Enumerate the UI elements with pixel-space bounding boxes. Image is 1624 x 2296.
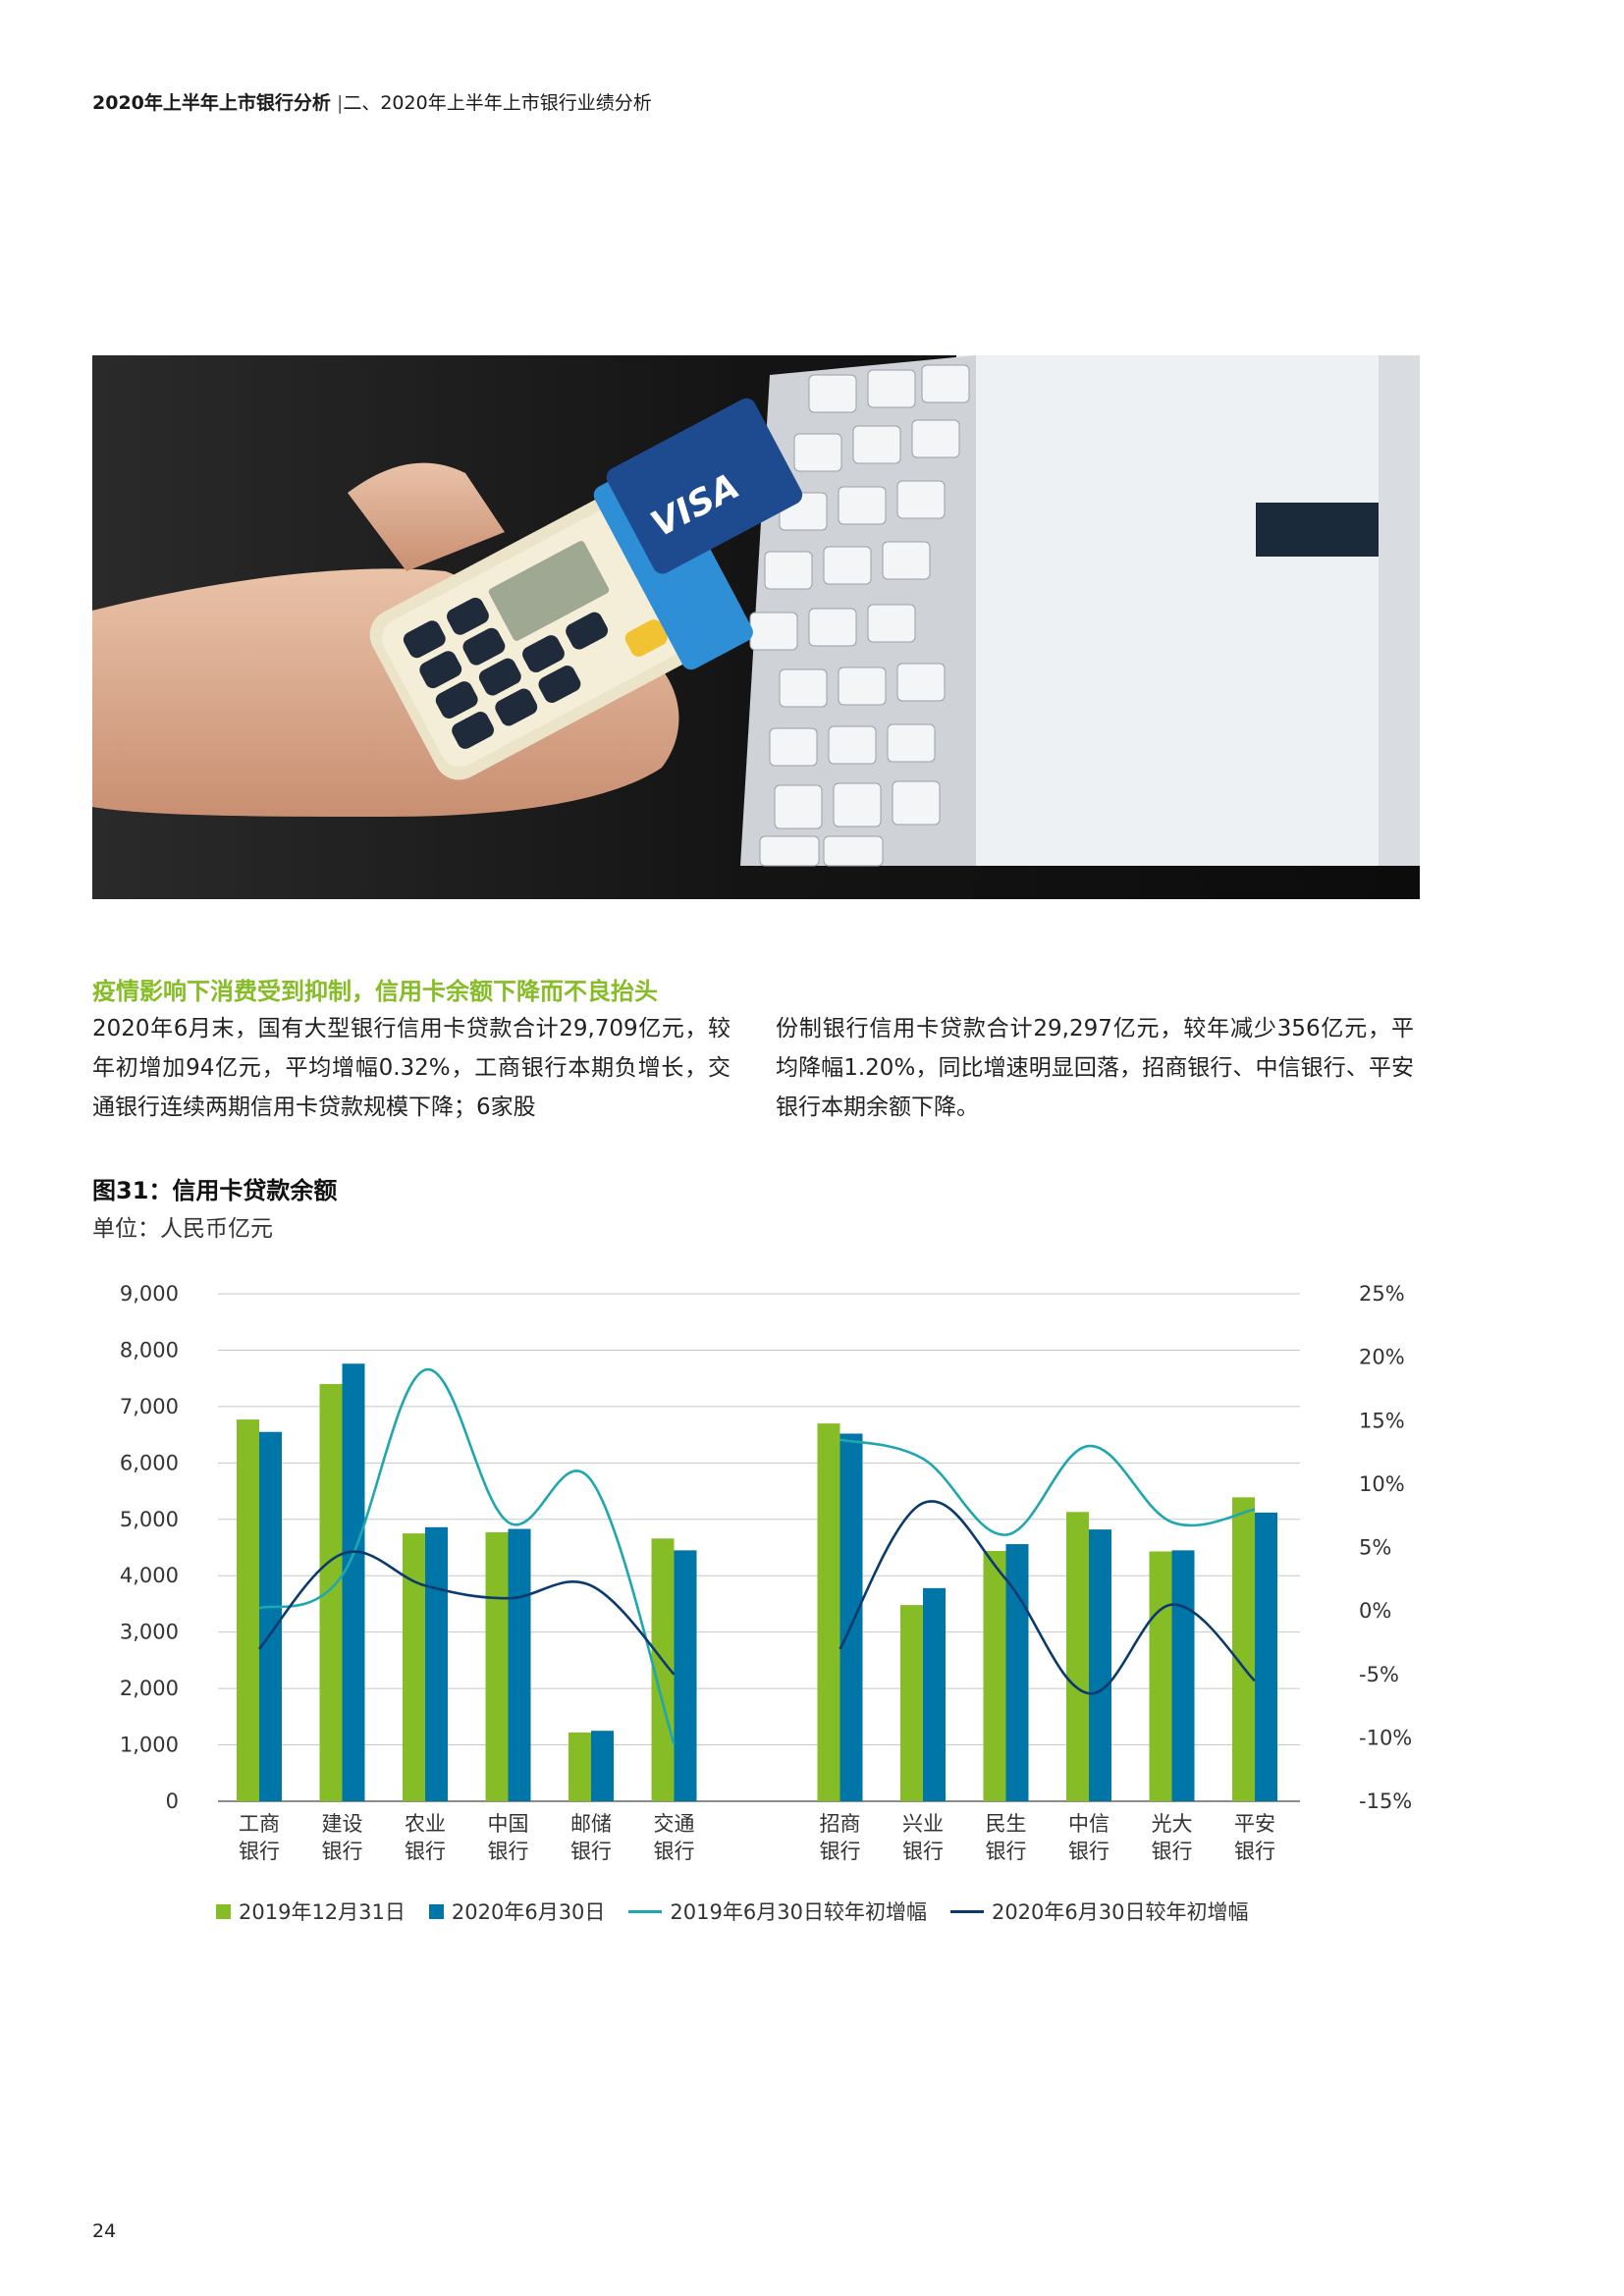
legend-label: 2020年6月30日 bbox=[451, 1900, 606, 1924]
bar-2020 bbox=[1089, 1529, 1111, 1801]
bar-2020 bbox=[342, 1363, 365, 1801]
category-label: 工商 bbox=[239, 1812, 280, 1836]
category-label: 建设 bbox=[322, 1812, 363, 1836]
left-tick-label: 4,000 bbox=[120, 1564, 179, 1587]
running-header: 2020年上半年上市银行分析 |二、2020年上半年上市银行业绩分析 bbox=[92, 88, 652, 115]
left-tick-label: 8,000 bbox=[120, 1338, 179, 1362]
right-tick-label: -5% bbox=[1359, 1663, 1399, 1686]
legend-item-2020: 2020年6月30日 bbox=[428, 1896, 606, 1926]
category-label: 银行 bbox=[820, 1840, 861, 1863]
legend-label: 2019年12月31日 bbox=[239, 1900, 406, 1924]
bar-2020 bbox=[923, 1587, 946, 1801]
bar-2020 bbox=[1171, 1550, 1195, 1801]
category-label: 平安 bbox=[1234, 1812, 1275, 1836]
legend-line-navy bbox=[949, 1909, 984, 1913]
category-label: 银行 bbox=[902, 1840, 944, 1863]
left-tick-label: 5,000 bbox=[120, 1508, 179, 1531]
right-tick-label: 25% bbox=[1359, 1282, 1405, 1306]
category-label: 银行 bbox=[1068, 1840, 1110, 1863]
right-tick-label: 5% bbox=[1359, 1536, 1391, 1560]
category-label: 银行 bbox=[322, 1840, 363, 1863]
paragraph-left: 2020年6月末，国有大型银行信用卡贷款合计29,709亿元，较年初增加94亿元… bbox=[92, 1016, 731, 1120]
bar-2019 bbox=[568, 1732, 591, 1801]
left-tick-label: 2,000 bbox=[120, 1677, 179, 1700]
category-label: 银行 bbox=[654, 1840, 695, 1863]
bar-2019 bbox=[1149, 1551, 1172, 1801]
legend-swatch-blue bbox=[428, 1903, 444, 1919]
legend-label: 2020年6月30日较年初增幅 bbox=[991, 1900, 1249, 1924]
legend-item-2020-growth: 2020年6月30日较年初增幅 bbox=[949, 1896, 1249, 1926]
section-title: 疫情影响下消费受到抑制，信用卡余额下降而不良抬头 bbox=[92, 978, 658, 1005]
left-tick-label: 6,000 bbox=[120, 1451, 179, 1474]
category-label: 银行 bbox=[1234, 1840, 1275, 1863]
credit-card-loan-chart: 0 1,000 2,000 3,000 4,000 5,000 6,000 7,000 8,00… bbox=[120, 1282, 1412, 1863]
category-label: 交通 bbox=[654, 1812, 695, 1836]
category-label: 银行 bbox=[986, 1840, 1027, 1863]
bar-2019 bbox=[485, 1531, 509, 1801]
legend-swatch-green bbox=[216, 1903, 231, 1919]
category-label: 银行 bbox=[405, 1840, 446, 1863]
bar-2020 bbox=[508, 1528, 531, 1801]
bar-2020 bbox=[1255, 1512, 1277, 1801]
paragraph-right: 份制银行信用卡贷款合计29,297亿元，较年减少356亿元，平均降幅1.20%，… bbox=[776, 1016, 1414, 1120]
bar-2019 bbox=[319, 1383, 343, 1801]
bar-2020 bbox=[674, 1550, 697, 1801]
bar-2020 bbox=[591, 1731, 614, 1801]
category-label: 兴业 bbox=[902, 1812, 944, 1836]
category-label: 银行 bbox=[239, 1840, 280, 1863]
legend-item-2019: 2019年12月31日 bbox=[216, 1896, 406, 1926]
figure-title: 图31：信用卡贷款余额 bbox=[92, 1177, 338, 1204]
bar-2020 bbox=[259, 1431, 282, 1801]
bar-2019 bbox=[817, 1423, 840, 1801]
category-label: 农业 bbox=[405, 1812, 446, 1836]
category-label: 中信 bbox=[1068, 1812, 1110, 1836]
page-number: 24 bbox=[92, 2220, 117, 2242]
bar-2019 bbox=[1232, 1497, 1255, 1801]
photo-card-reader-keyboard: VISA bbox=[92, 355, 1420, 899]
right-tick-label: 0% bbox=[1359, 1599, 1391, 1623]
right-tick-label: -10% bbox=[1359, 1726, 1412, 1749]
category-label: 招商 bbox=[820, 1812, 861, 1836]
legend-item-2019-growth: 2019年6月30日较年初增幅 bbox=[628, 1896, 927, 1926]
photo-illustration: VISA bbox=[92, 355, 1420, 899]
category-label: 民生 bbox=[986, 1812, 1027, 1836]
category-label: 银行 bbox=[570, 1840, 612, 1863]
right-tick-label: 20% bbox=[1359, 1346, 1405, 1369]
line-2019-growth bbox=[839, 1438, 1256, 1536]
category-label: 光大 bbox=[1152, 1812, 1193, 1836]
left-tick-label: 3,000 bbox=[120, 1621, 179, 1644]
legend-line-teal bbox=[628, 1909, 663, 1913]
bar-2019 bbox=[1066, 1512, 1089, 1801]
category-label: 邮储 bbox=[570, 1812, 612, 1836]
category-label: 银行 bbox=[1152, 1840, 1193, 1863]
category-label: 中国 bbox=[488, 1812, 529, 1836]
left-tick-label: 7,000 bbox=[120, 1395, 179, 1418]
bar-2019 bbox=[403, 1533, 425, 1801]
category-label: 银行 bbox=[488, 1840, 529, 1863]
bar-2019 bbox=[983, 1550, 1006, 1801]
left-tick-label: 9,000 bbox=[120, 1282, 179, 1306]
bar-2020 bbox=[425, 1526, 448, 1801]
left-tick-label: 1,000 bbox=[120, 1734, 179, 1757]
bar-2020 bbox=[839, 1433, 863, 1801]
section-name: 二、2020年上半年上市银行业绩分析 bbox=[343, 92, 652, 114]
chart-legend: 2019年12月31日 2020年6月30日 2019年6月30日较年初增幅 2… bbox=[216, 1896, 1248, 1926]
bar-2019 bbox=[900, 1605, 923, 1801]
right-tick-label: 15% bbox=[1359, 1409, 1405, 1432]
bar-2019 bbox=[237, 1419, 259, 1801]
right-tick-label: 10% bbox=[1359, 1472, 1405, 1496]
legend-label: 2019年6月30日较年初增幅 bbox=[670, 1900, 927, 1924]
report-title: 2020年上半年上市银行分析 bbox=[92, 92, 331, 114]
right-tick-label: -15% bbox=[1359, 1789, 1412, 1813]
figure-unit: 单位：人民币亿元 bbox=[92, 1216, 273, 1242]
left-tick-label: 0 bbox=[166, 1789, 179, 1813]
